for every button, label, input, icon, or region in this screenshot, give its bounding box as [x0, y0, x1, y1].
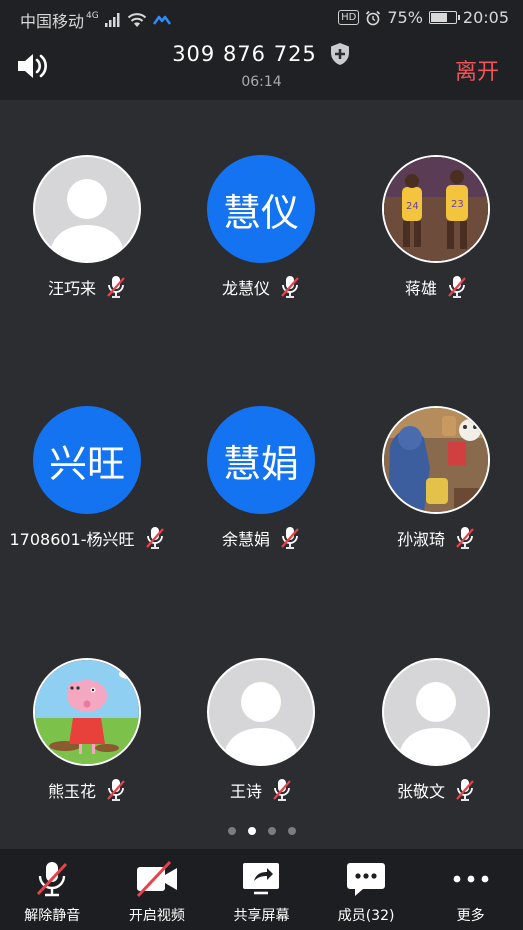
unmute-button[interactable]: 解除静音	[0, 849, 105, 930]
page-dot[interactable]	[247, 827, 256, 835]
muted-mic-icon	[456, 527, 474, 549]
app-notification-icon	[152, 15, 171, 25]
clock: 20:05	[462, 8, 509, 27]
alarm-icon	[366, 10, 381, 25]
share-screen-button[interactable]: 共享屏幕	[209, 849, 314, 930]
muted-mic-icon	[37, 862, 68, 897]
hd-badge: HD	[338, 10, 360, 25]
signal-icon	[104, 13, 120, 27]
status-left: 中国移动 4G	[20, 8, 171, 32]
muted-mic-icon	[281, 527, 299, 549]
participant-tile[interactable]: 兴旺 1708601-杨兴旺	[0, 351, 174, 591]
person-silhouette-icon	[223, 682, 299, 764]
toys-photo	[384, 408, 488, 512]
more-label: 更多	[456, 908, 485, 924]
bottom-toolbar: 解除静音 开启视频 共享屏幕 成员(32) 更多	[0, 849, 523, 930]
muted-mic-icon	[107, 779, 125, 801]
participant-name-row: 蒋雄	[349, 275, 523, 299]
basketball-photo: 24 23	[384, 157, 488, 261]
participant-name-row: 1708601-杨兴旺	[0, 526, 174, 550]
initials-avatar: 慧娟	[207, 406, 315, 514]
participant-tile[interactable]: 孙淑琦	[349, 351, 523, 591]
page-dot[interactable]	[227, 827, 236, 835]
participant-name-row: 汪巧来	[0, 275, 174, 299]
participant-name-row: 余慧娟	[174, 526, 348, 550]
participant-name: 1708601-杨兴旺	[9, 530, 135, 549]
meeting-id[interactable]: 309 876 725	[172, 42, 317, 66]
cartoon-pig-photo	[35, 660, 139, 764]
meeting-id-row: 309 876 725	[0, 42, 523, 66]
carrier-name: 中国移动	[20, 12, 85, 31]
status-right: HD 75% 20:05	[338, 8, 509, 27]
person-silhouette-icon	[398, 682, 474, 764]
start-video-label: 开启视频	[128, 908, 185, 924]
participant-tile[interactable]: 24 23 蒋雄	[349, 100, 523, 340]
chat-bubble-icon	[347, 863, 386, 896]
participant-name: 龙慧仪	[221, 279, 270, 298]
page-dot[interactable]	[287, 827, 296, 835]
participant-tile[interactable]: 王诗	[174, 603, 348, 843]
default-avatar	[33, 155, 141, 263]
muted-mic-icon	[448, 276, 466, 298]
status-bar: 中国移动 4G HD 75% 20:05	[0, 0, 523, 36]
participant-name: 王诗	[229, 782, 262, 801]
share-screen-icon	[243, 863, 280, 895]
participant-tile[interactable]: 熊玉花	[0, 603, 174, 843]
svg-text:23: 23	[451, 199, 464, 210]
participant-name: 孙淑琦	[396, 530, 445, 549]
muted-mic-icon	[107, 276, 125, 298]
meeting-header: 309 876 725 06:14 离开	[0, 36, 523, 100]
participant-tile[interactable]: 慧娟 余慧娟	[174, 351, 348, 591]
muted-mic-icon	[273, 779, 291, 801]
initials-avatar: 兴旺	[33, 406, 141, 514]
muted-mic-icon	[145, 527, 164, 549]
more-dots-icon	[453, 875, 489, 883]
unmute-label: 解除静音	[24, 908, 81, 924]
security-shield-icon[interactable]	[329, 42, 351, 66]
svg-text:24: 24	[406, 201, 419, 212]
battery-icon	[428, 11, 460, 24]
start-video-button[interactable]: 开启视频	[105, 849, 210, 930]
participant-tile[interactable]: 张敬文	[349, 603, 523, 843]
share-screen-label: 共享屏幕	[233, 908, 290, 924]
participant-name-row: 孙淑琦	[349, 526, 523, 550]
default-avatar	[382, 658, 490, 766]
muted-mic-icon	[281, 276, 299, 298]
battery-percent: 75%	[387, 8, 423, 27]
participant-name-row: 熊玉花	[0, 778, 174, 802]
participant-name: 张敬文	[396, 782, 445, 801]
person-silhouette-icon	[49, 179, 125, 261]
participant-name-row: 王诗	[174, 778, 348, 802]
wifi-icon	[127, 13, 146, 27]
participant-tile[interactable]: 慧仪 龙慧仪	[174, 100, 348, 340]
meeting-duration: 06:14	[241, 74, 282, 90]
initials-avatar: 慧仪	[207, 155, 315, 263]
participant-name: 熊玉花	[47, 782, 96, 801]
participant-name-row: 龙慧仪	[174, 275, 348, 299]
participant-name-row: 张敬文	[349, 778, 523, 802]
photo-avatar	[382, 406, 490, 514]
photo-avatar: 24 23	[382, 155, 490, 263]
muted-mic-icon	[456, 779, 474, 801]
photo-avatar	[33, 658, 141, 766]
default-avatar	[207, 658, 315, 766]
participant-grid: 汪巧来 慧仪 龙慧仪 24 23 蒋雄 兴旺 1708601-杨兴旺 慧娟 余慧…	[0, 100, 523, 820]
participant-name: 汪巧来	[47, 279, 96, 298]
network-type: 4G	[86, 11, 99, 21]
more-button[interactable]: 更多	[418, 849, 523, 930]
participant-name: 蒋雄	[404, 279, 437, 298]
video-off-icon	[136, 860, 177, 898]
members-label: 成员(32)	[337, 908, 395, 924]
leave-button[interactable]: 离开	[455, 54, 499, 86]
participant-name: 余慧娟	[221, 530, 270, 549]
page-dot[interactable]	[267, 827, 276, 835]
members-button[interactable]: 成员(32)	[314, 849, 419, 930]
participant-tile[interactable]: 汪巧来	[0, 100, 174, 340]
page-indicator[interactable]	[0, 827, 523, 835]
